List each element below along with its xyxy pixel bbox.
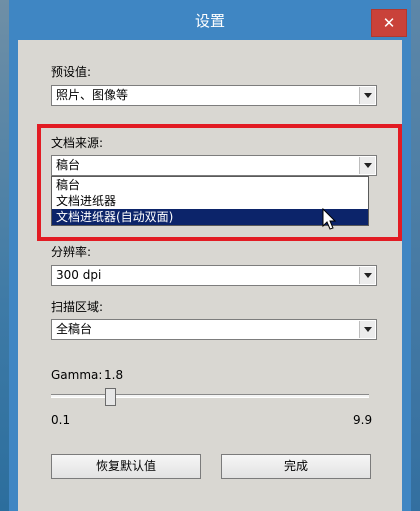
gamma-min-label: 0.1: [51, 413, 71, 427]
scan-area-select[interactable]: 全稿台: [51, 319, 377, 340]
source-option[interactable]: 稿台: [52, 177, 368, 193]
reset-defaults-button[interactable]: 恢复默认值: [51, 454, 201, 479]
scan-area-label: 扫描区域:: [51, 300, 104, 314]
chevron-down-icon[interactable]: [359, 267, 375, 284]
chevron-down-icon[interactable]: [359, 321, 375, 338]
gamma-max-label: 9.9: [353, 413, 373, 427]
close-button[interactable]: ✕: [371, 9, 407, 37]
preset-value: 照片、图像等: [56, 88, 129, 102]
source-value: 稿台: [56, 158, 81, 172]
mouse-pointer-icon: [322, 208, 337, 230]
gamma-slider-track[interactable]: [51, 394, 369, 398]
close-icon: ✕: [382, 14, 396, 32]
preset-label: 预设值:: [51, 65, 92, 79]
gamma-value: 1.8: [104, 368, 124, 382]
preset-select[interactable]: 照片、图像等: [51, 85, 377, 106]
gamma-slider-thumb[interactable]: [105, 388, 117, 406]
source-select[interactable]: 稿台: [51, 155, 377, 176]
window-title: 设置: [194, 12, 225, 30]
source-label: 文档来源:: [51, 136, 104, 150]
resolution-label: 分辨率:: [51, 245, 92, 259]
source-option-highlighted[interactable]: 文档进纸器(自动双面): [52, 209, 368, 225]
chevron-down-icon[interactable]: [359, 157, 375, 174]
desktop-background-right: [410, 0, 420, 511]
title-bar[interactable]: 设置 ✕: [9, 0, 411, 40]
scan-area-value: 全稿台: [56, 322, 93, 336]
gamma-label: Gamma:: [51, 368, 103, 382]
done-button[interactable]: 完成: [221, 454, 371, 479]
resolution-select[interactable]: 300 dpi: [51, 265, 377, 286]
source-option[interactable]: 文档进纸器: [52, 193, 368, 209]
chevron-down-icon[interactable]: [359, 87, 375, 104]
resolution-value: 300 dpi: [56, 268, 102, 282]
